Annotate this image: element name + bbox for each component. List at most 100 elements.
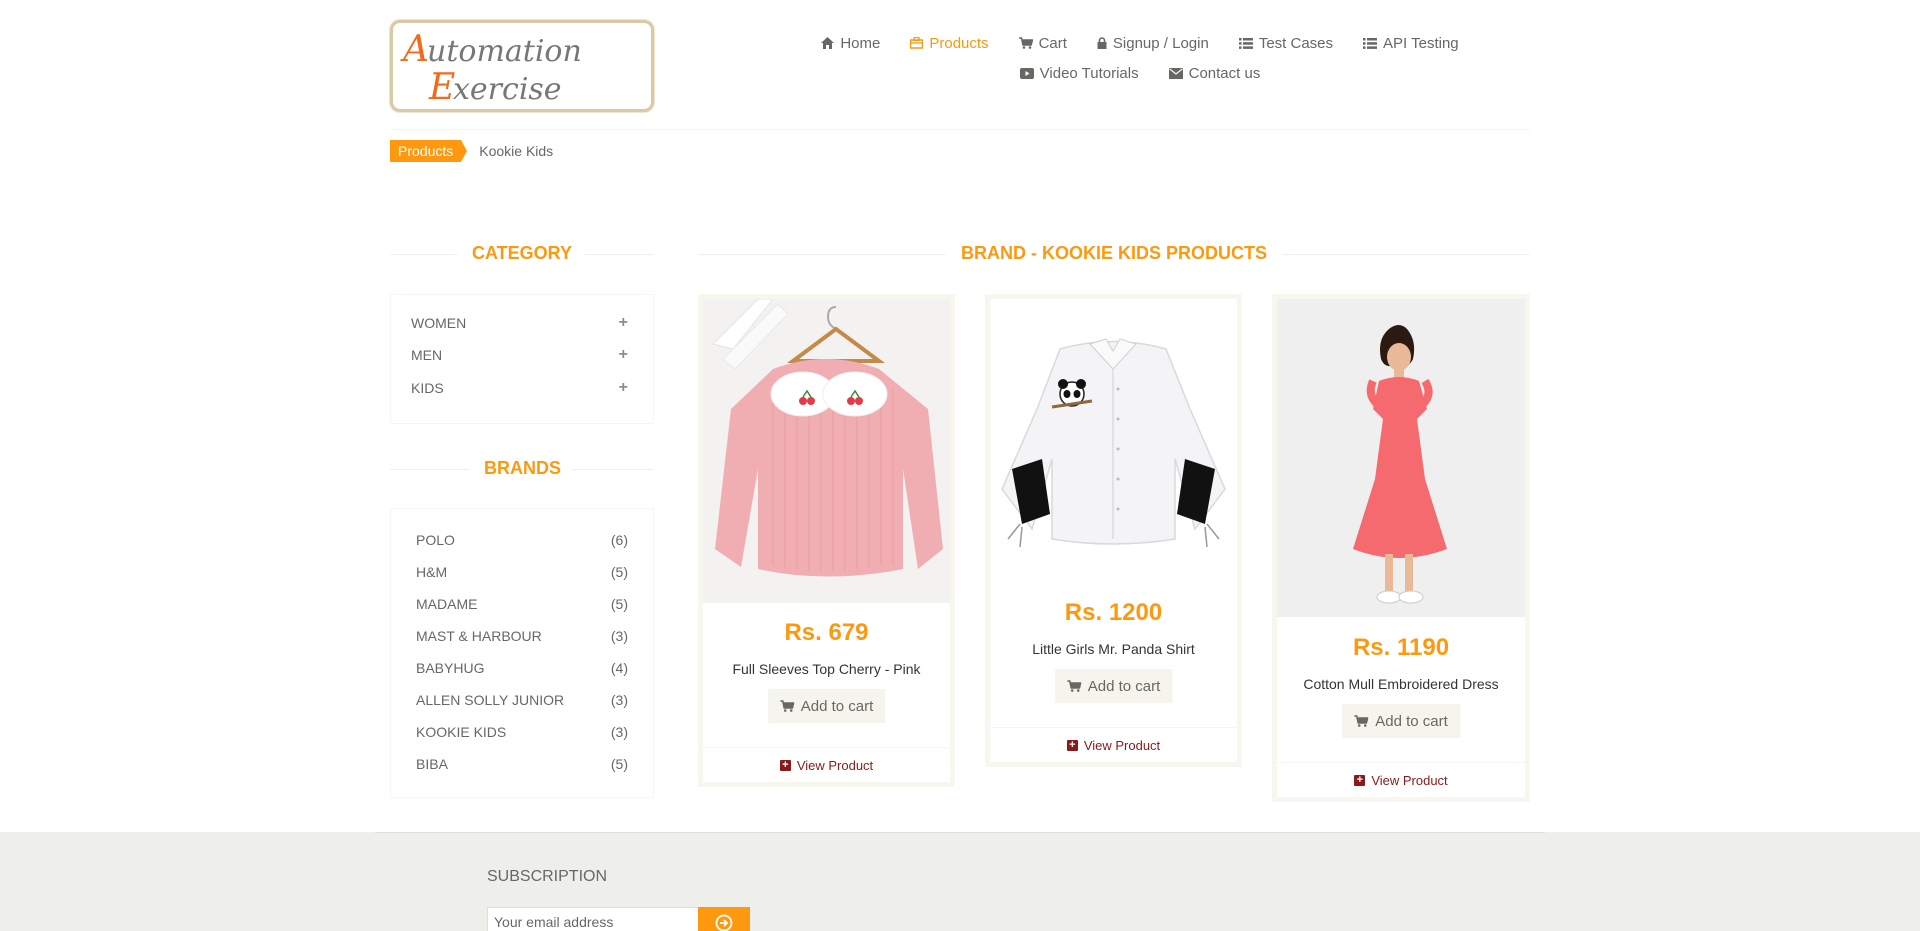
product-price: Rs. 1200 xyxy=(1064,599,1163,626)
brand-biba[interactable]: BIBA (5) xyxy=(416,755,628,773)
nav-signup-login-label: Signup / Login xyxy=(1112,34,1209,52)
category-women[interactable]: Women + xyxy=(411,313,628,333)
brand-madame[interactable]: MADAME (5) xyxy=(416,595,628,613)
add-to-cart-button[interactable]: Add to cart xyxy=(1342,704,1460,738)
plus-square-icon: + xyxy=(1066,740,1078,751)
nav-contact-us[interactable]: Contact us xyxy=(1154,65,1276,82)
product-image xyxy=(703,299,950,603)
brand-babyhug[interactable]: BABYHUG (4) xyxy=(416,659,628,677)
product-price: Rs. 1190 xyxy=(1352,634,1450,661)
product-image xyxy=(1277,299,1525,617)
nav-test-cases-label: Test Cases xyxy=(1258,34,1334,52)
add-to-cart-label: Add to cart xyxy=(1087,677,1161,695)
brand-count: (3) xyxy=(610,692,628,708)
products-icon xyxy=(910,37,924,49)
product-card: Rs. 679 Full Sleeves Top Cherry - Pink A… xyxy=(698,294,955,787)
breadcrumb-arrow xyxy=(461,140,468,162)
brands-panel: POLO (6) H&M (5) MADAME (5) MAST & HARBO… xyxy=(390,508,654,798)
brand-hm[interactable]: H&M (5) xyxy=(416,563,628,581)
subscription-email-input[interactable] xyxy=(487,907,699,931)
svg-text:E: E xyxy=(428,67,455,108)
subscribe-button[interactable] xyxy=(698,907,750,931)
nav-test-cases[interactable]: Test Cases xyxy=(1224,35,1348,52)
svg-text:A: A xyxy=(400,29,429,70)
brand-name: H&M xyxy=(416,564,448,580)
nav-cart-label: Cart xyxy=(1038,34,1067,52)
brand-count: (3) xyxy=(610,724,628,740)
view-product-link[interactable]: + View Product xyxy=(1277,762,1525,798)
site-footer xyxy=(0,832,1920,931)
home-icon xyxy=(821,37,835,49)
product-name: Little Girls Mr. Panda Shirt xyxy=(1032,641,1195,657)
pink-top-image xyxy=(703,299,950,603)
view-product-link[interactable]: + View Product xyxy=(703,747,950,783)
brand-name: MAST & HARBOUR xyxy=(416,628,542,644)
category-panel: Women + Men + Kids + xyxy=(390,294,654,424)
main-nav: Home Products Cart Signup / Login Test C… xyxy=(790,28,1490,88)
plus-square-icon: + xyxy=(779,760,791,771)
view-product-label: View Product xyxy=(1083,738,1161,753)
product-image xyxy=(990,299,1237,583)
brand-count: (4) xyxy=(610,660,628,676)
cart-icon xyxy=(1018,37,1033,49)
category-kids-label: Kids xyxy=(411,380,444,396)
product-card: Rs. 1200 Little Girls Mr. Panda Shirt Ad… xyxy=(985,294,1242,767)
view-product-link[interactable]: + View Product xyxy=(990,727,1237,763)
brand-kookie-kids[interactable]: KOOKIE KIDS (3) xyxy=(416,723,628,741)
youtube-icon xyxy=(1019,67,1034,79)
add-to-cart-label: Add to cart xyxy=(800,697,874,715)
arrow-circle-right-icon xyxy=(715,914,733,931)
brand-name: MADAME xyxy=(416,596,478,612)
footer-divider xyxy=(375,832,1545,833)
nav-home[interactable]: Home xyxy=(806,35,895,52)
products-title: Brand - Kookie Kids Products xyxy=(946,243,1282,264)
brand-name: KOOKIE KIDS xyxy=(416,724,507,740)
site-header: A utomation E xercise Home Products Cart… xyxy=(390,0,1530,130)
subscription-title: Subscription xyxy=(487,868,608,885)
product-name: Cotton Mull Embroidered Dress xyxy=(1303,676,1499,692)
breadcrumb: Products Kookie Kids xyxy=(390,140,1530,162)
category-men-label: Men xyxy=(411,347,443,363)
svg-text:xercise: xercise xyxy=(453,72,562,107)
category-kids[interactable]: Kids + xyxy=(411,378,628,398)
brand-count: (5) xyxy=(610,596,628,612)
envelope-icon xyxy=(1168,67,1183,79)
product-card: Rs. 1190 Cotton Mull Embroidered Dress A… xyxy=(1272,294,1530,802)
nav-products[interactable]: Products xyxy=(895,35,1003,52)
cart-icon xyxy=(1354,715,1369,727)
brand-mast-harbour[interactable]: MAST & HARBOUR (3) xyxy=(416,627,628,645)
panda-shirt-image xyxy=(990,299,1237,583)
expand-plus-icon[interactable]: + xyxy=(619,379,628,397)
breadcrumb-current: Kookie Kids xyxy=(479,143,554,159)
category-men[interactable]: Men + xyxy=(411,345,628,365)
add-to-cart-label: Add to cart xyxy=(1375,712,1448,730)
view-product-label: View Product xyxy=(1371,773,1448,788)
expand-plus-icon[interactable]: + xyxy=(619,346,628,364)
lock-icon xyxy=(1097,37,1107,49)
pink-dress-image xyxy=(1277,299,1525,617)
brand-count: (5) xyxy=(610,564,628,580)
nav-api-testing-label: API Testing xyxy=(1383,34,1459,52)
brand-name: BIBA xyxy=(416,756,448,772)
add-to-cart-button[interactable]: Add to cart xyxy=(1054,669,1173,703)
nav-api-testing[interactable]: API Testing xyxy=(1348,35,1474,52)
breadcrumb-products-link[interactable]: Products xyxy=(390,140,462,162)
nav-video-tutorials-label: Video Tutorials xyxy=(1039,64,1139,82)
site-logo[interactable]: A utomation E xercise xyxy=(390,20,654,112)
category-women-label: Women xyxy=(411,315,467,331)
brands-title: Brands xyxy=(470,458,572,479)
nav-signup-login[interactable]: Signup / Login xyxy=(1082,35,1224,52)
nav-home-label: Home xyxy=(840,34,881,52)
cart-icon xyxy=(779,700,794,712)
nav-video-tutorials[interactable]: Video Tutorials xyxy=(1005,65,1154,82)
svg-text:utomation: utomation xyxy=(427,34,582,69)
add-to-cart-button[interactable]: Add to cart xyxy=(767,689,886,723)
brand-allen-solly-junior[interactable]: ALLEN SOLLY JUNIOR (3) xyxy=(416,691,628,709)
category-title: Category xyxy=(458,243,584,264)
brand-polo[interactable]: POLO (6) xyxy=(416,531,628,549)
brand-name: BABYHUG xyxy=(416,660,485,676)
nav-contact-us-label: Contact us xyxy=(1188,64,1261,82)
nav-cart[interactable]: Cart xyxy=(1004,35,1082,52)
brand-count: (6) xyxy=(610,532,628,548)
expand-plus-icon[interactable]: + xyxy=(619,314,628,332)
